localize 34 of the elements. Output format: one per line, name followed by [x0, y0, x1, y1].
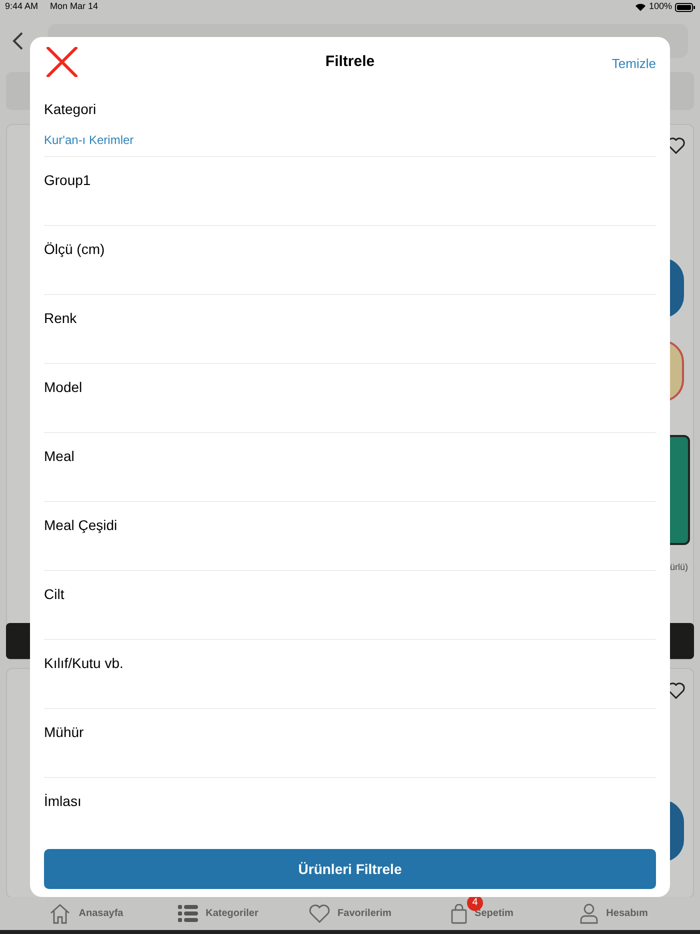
wifi-icon	[634, 3, 646, 11]
product-title: ürlü)	[670, 561, 688, 574]
filter-label[interactable]: Meal	[44, 446, 74, 467]
tab-bar-item[interactable]: Hesabım	[580, 903, 648, 924]
filter-products-button[interactable]: Ürünleri Filtrele	[44, 849, 656, 889]
battery-level: 100%	[648, 0, 672, 14]
tab-bar-item[interactable]: Kategoriler	[178, 904, 258, 923]
filter-label[interactable]: Kılıf/Kutu vb.	[44, 653, 124, 674]
clear-link[interactable]: Temizle	[612, 54, 656, 74]
heart-icon	[667, 682, 685, 699]
status-time: 9:44 AM	[5, 0, 38, 14]
back-icon	[12, 32, 24, 50]
filter-label[interactable]: Ölçü (cm)	[44, 239, 105, 260]
close-icon[interactable]	[46, 47, 78, 77]
battery-icon	[675, 2, 695, 12]
user-icon	[580, 903, 598, 924]
list-icon	[178, 904, 198, 923]
heart-icon	[667, 137, 685, 154]
status-date: Mon Mar 14	[50, 0, 98, 14]
filter-label[interactable]: Renk	[44, 308, 77, 329]
heart-icon	[308, 904, 330, 923]
tab-bar-item[interactable]: Anasayfa	[48, 903, 124, 924]
home-icon	[48, 903, 71, 924]
filter-label[interactable]: Meal Çeşidi	[44, 515, 118, 536]
filter-label[interactable]: Mühür	[44, 722, 84, 743]
filter-label[interactable]: Model	[44, 377, 82, 398]
filter-label[interactable]: Cilt	[44, 584, 64, 605]
sheet-title: Filtrele	[325, 52, 375, 72]
filter-label[interactable]: Group1	[44, 170, 91, 191]
shopping-bag-icon	[450, 904, 467, 924]
filter-label[interactable]: İmlası	[44, 791, 82, 812]
filter-label[interactable]: Kategori	[44, 99, 96, 120]
selected-filter-value[interactable]: Kur'an-ı Kerimler	[44, 131, 134, 149]
tab-bar-item[interactable]: Favorilerim	[308, 904, 392, 923]
